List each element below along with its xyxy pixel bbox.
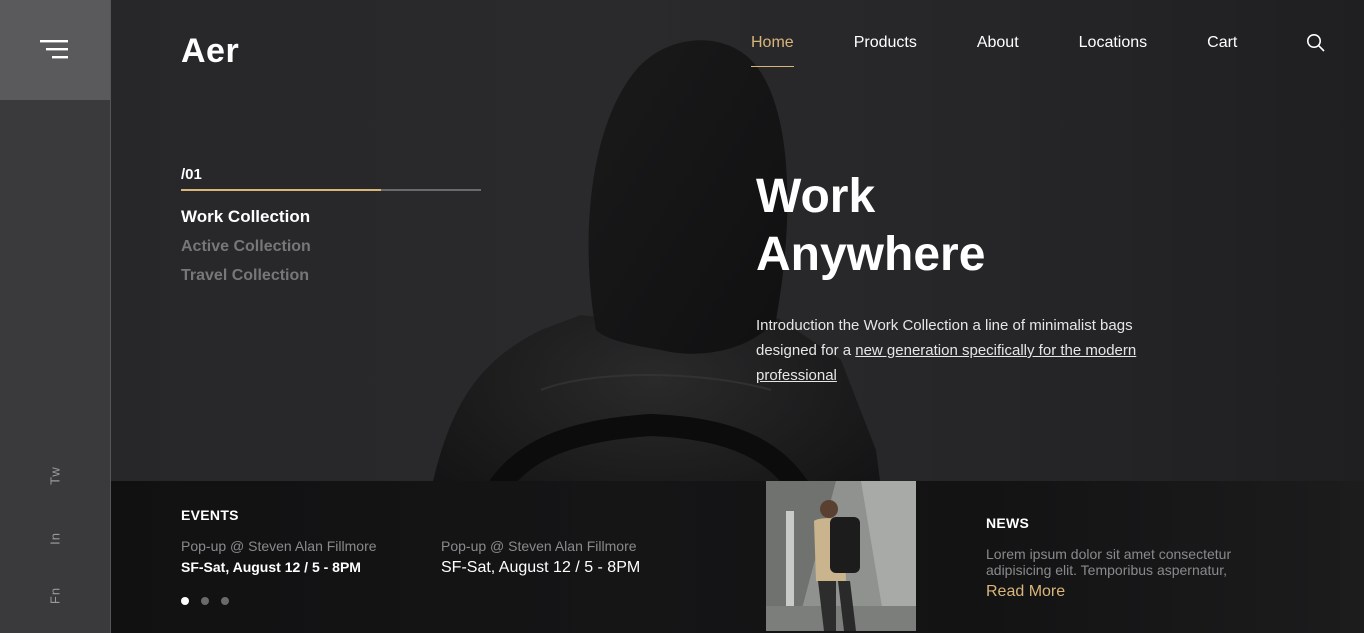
hamburger-icon [40,40,68,59]
left-rail: Tw In Fn [0,0,111,633]
news-photo-image [766,481,916,631]
nav-about[interactable]: About [977,34,1019,67]
collection-item-work[interactable]: Work Collection [181,207,311,227]
events-dot-1[interactable] [181,597,189,605]
events-title: EVENTS [181,507,239,523]
collection-item-travel[interactable]: Travel Collection [181,267,311,285]
event-venue-1: Pop-up @ Steven Alan Fillmore [181,538,377,554]
collection-list: Work Collection Active Collection Travel… [181,207,311,296]
event-date-1: SF-Sat, August 12 / 5 - 8PM [181,559,361,575]
events-dot-2[interactable] [201,597,209,605]
slide-progress-bar [181,189,481,191]
headline-line-2: Anywhere [756,228,986,281]
menu-button[interactable] [0,0,110,100]
events-pagination [181,597,241,605]
news-excerpt: Lorem ipsum dolor sit amet consectetur a… [986,546,1232,578]
main-nav: Home Products About Locations Cart [751,34,1297,67]
nav-home[interactable]: Home [751,34,794,67]
event-venue-2: Pop-up @ Steven Alan Fillmore [441,538,637,554]
collection-item-active[interactable]: Active Collection [181,238,311,256]
news-photo[interactable] [766,481,916,631]
nav-locations[interactable]: Locations [1079,34,1148,67]
nav-cart[interactable]: Cart [1207,34,1237,67]
twitter-link[interactable]: Tw [48,464,63,488]
headline-line-1: Work [756,170,876,223]
search-icon [1307,34,1325,52]
facebook-link[interactable]: Fn [48,584,63,608]
nav-products[interactable]: Products [854,34,917,67]
news-title: NEWS [986,515,1030,531]
read-more-link[interactable]: Read More [986,583,1065,601]
search-button[interactable] [1305,32,1327,54]
event-date-2: SF-Sat, August 12 / 5 - 8PM [441,559,641,576]
hero-headline: Work Anywhere [756,168,1176,284]
slide-progress-fill [181,189,382,191]
brand-logo[interactable]: Aer [181,32,239,71]
hero-intro: Introduction the Work Collection a line … [756,313,1156,388]
linkedin-link[interactable]: In [48,527,63,551]
slide-number: /01 [181,166,202,183]
events-dot-3[interactable] [221,597,229,605]
